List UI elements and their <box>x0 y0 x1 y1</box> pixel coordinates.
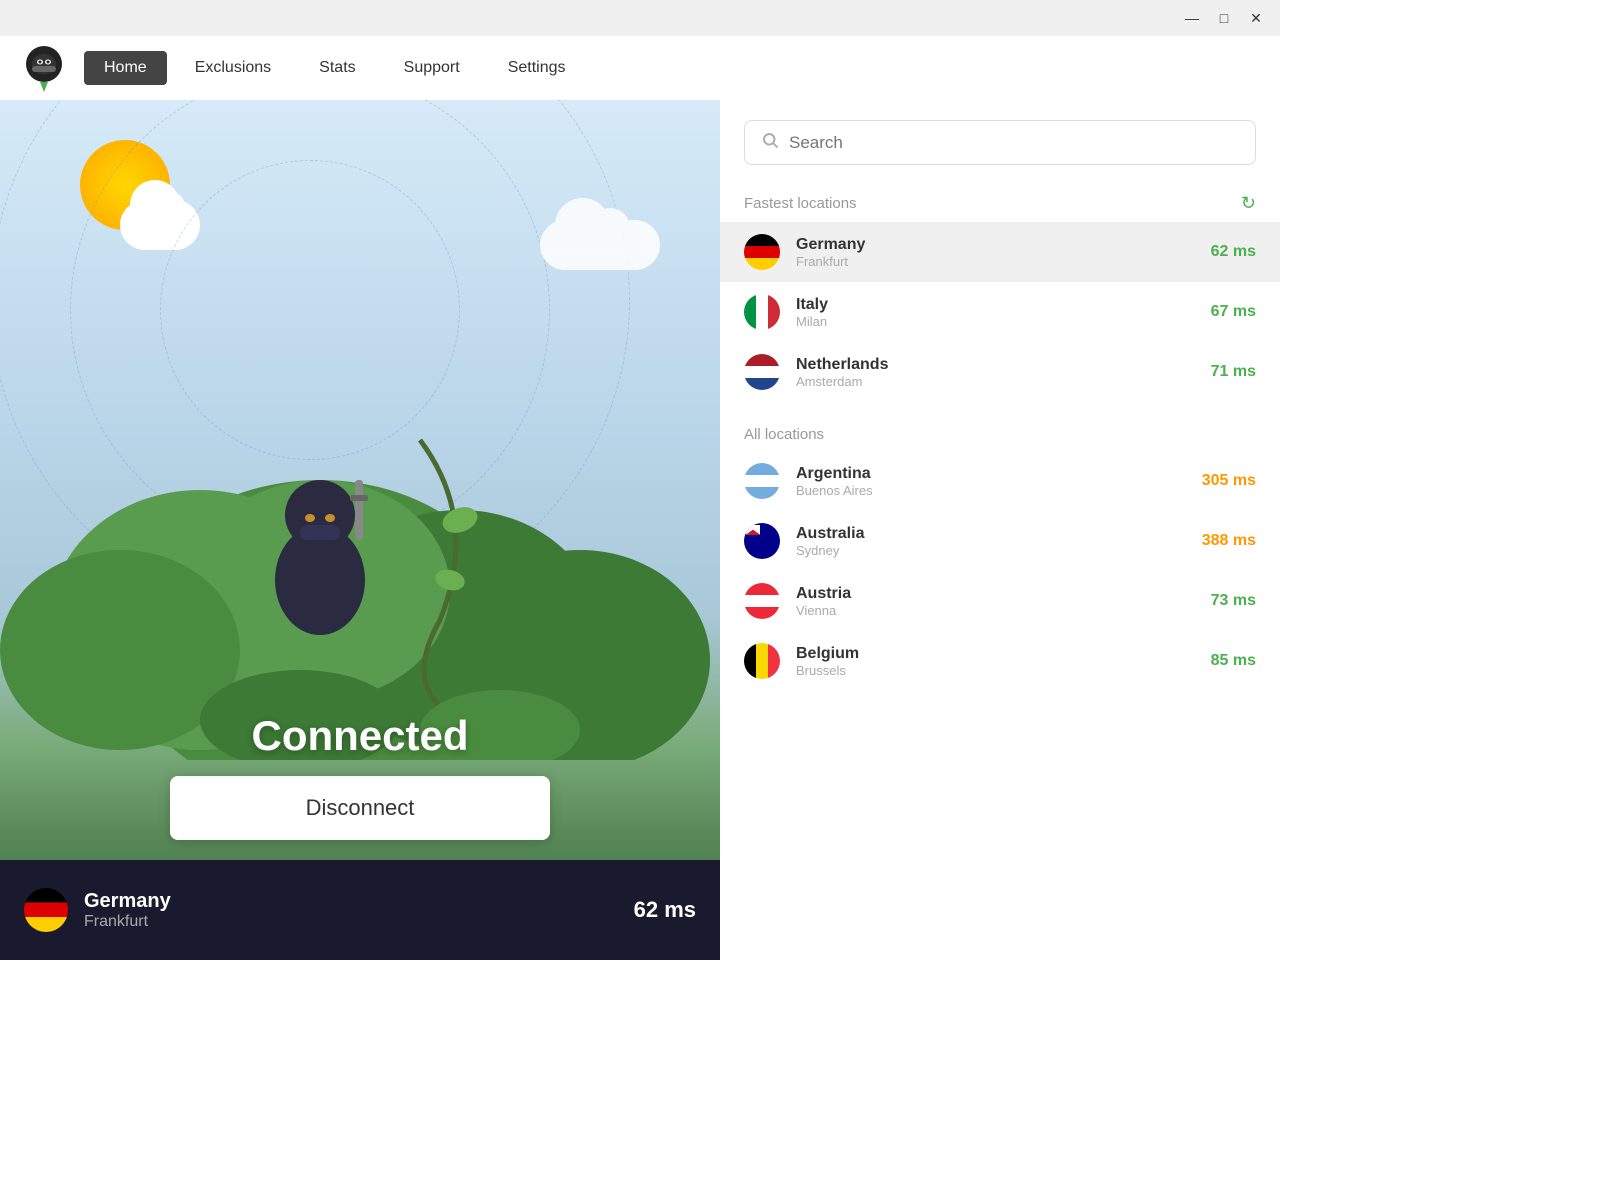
netherlands-info: Netherlands Amsterdam <box>796 356 1195 389</box>
bottom-bar: Germany Frankfurt 62 ms <box>0 860 720 960</box>
fastest-locations-header: Fastest locations ↻ <box>720 185 1280 222</box>
location-item-germany-fast[interactable]: Germany Frankfurt 62 ms <box>720 222 1280 282</box>
germany-country: Germany <box>796 236 1195 254</box>
australia-ping: 388 ms <box>1202 532 1256 550</box>
disconnect-button[interactable]: Disconnect <box>170 776 550 840</box>
close-button[interactable]: ✕ <box>1240 4 1272 32</box>
argentina-info: Argentina Buenos Aires <box>796 465 1186 498</box>
flag-austria <box>744 583 780 619</box>
all-locations-header: All locations <box>720 418 1280 451</box>
italy-ping: 67 ms <box>1211 303 1256 321</box>
flag-argentina <box>744 463 780 499</box>
left-panel: Connected Disconnect Germany Frankfurt 6… <box>0 100 720 960</box>
austria-country: Austria <box>796 585 1195 603</box>
bottom-city: Frankfurt <box>84 913 618 931</box>
location-item-belgium[interactable]: Belgium Brussels 85 ms <box>720 631 1280 691</box>
nav-bar: Home Exclusions Stats Support Settings <box>0 36 1280 100</box>
location-item-austria[interactable]: Austria Vienna 73 ms <box>720 571 1280 631</box>
belgium-ping: 85 ms <box>1211 652 1256 670</box>
netherlands-ping: 71 ms <box>1211 363 1256 381</box>
flag-netherlands <box>744 354 780 390</box>
minimize-button[interactable]: — <box>1176 4 1208 32</box>
australia-country: Australia <box>796 525 1186 543</box>
bottom-location-info: Germany Frankfurt <box>84 890 618 931</box>
argentina-city: Buenos Aires <box>796 483 1186 498</box>
flag-belgium <box>744 643 780 679</box>
nav-home[interactable]: Home <box>84 51 167 85</box>
italy-info: Italy Milan <box>796 296 1195 329</box>
flag-australia <box>744 523 780 559</box>
italy-country: Italy <box>796 296 1195 314</box>
australia-city: Sydney <box>796 543 1186 558</box>
nav-support[interactable]: Support <box>384 51 480 85</box>
italy-city: Milan <box>796 314 1195 329</box>
germany-info: Germany Frankfurt <box>796 236 1195 269</box>
all-locations-label: All locations <box>744 426 824 443</box>
netherlands-country: Netherlands <box>796 356 1195 374</box>
bottom-country: Germany <box>84 890 618 913</box>
refresh-button[interactable]: ↻ <box>1241 193 1256 214</box>
austria-ping: 73 ms <box>1211 592 1256 610</box>
argentina-ping: 305 ms <box>1202 472 1256 490</box>
search-box <box>744 120 1256 165</box>
flag-italy <box>744 294 780 330</box>
fastest-locations-label: Fastest locations <box>744 195 857 212</box>
location-item-italy[interactable]: Italy Milan 67 ms <box>720 282 1280 342</box>
germany-city: Frankfurt <box>796 254 1195 269</box>
argentina-country: Argentina <box>796 465 1186 483</box>
bottom-flag <box>24 888 68 932</box>
right-panel: Fastest locations ↻ Germany Frankfurt 62… <box>720 100 1280 960</box>
nav-settings[interactable]: Settings <box>488 51 586 85</box>
title-bar: — □ ✕ <box>0 0 1280 36</box>
nav-exclusions[interactable]: Exclusions <box>175 51 291 85</box>
location-item-australia[interactable]: Australia Sydney 388 ms <box>720 511 1280 571</box>
connected-status-text: Connected <box>0 712 720 760</box>
search-input[interactable] <box>789 133 1239 153</box>
austria-city: Vienna <box>796 603 1195 618</box>
flag-germany <box>744 234 780 270</box>
nav-stats[interactable]: Stats <box>299 51 375 85</box>
belgium-info: Belgium Brussels <box>796 645 1195 678</box>
search-icon <box>761 131 779 154</box>
belgium-country: Belgium <box>796 645 1195 663</box>
bottom-ping: 62 ms <box>634 897 696 923</box>
germany-ping: 62 ms <box>1211 243 1256 261</box>
app-logo <box>20 44 68 92</box>
netherlands-city: Amsterdam <box>796 374 1195 389</box>
belgium-city: Brussels <box>796 663 1195 678</box>
cloud-illustration <box>540 220 660 270</box>
location-item-netherlands[interactable]: Netherlands Amsterdam 71 ms <box>720 342 1280 402</box>
australia-info: Australia Sydney <box>796 525 1186 558</box>
maximize-button[interactable]: □ <box>1208 4 1240 32</box>
location-item-argentina[interactable]: Argentina Buenos Aires 305 ms <box>720 451 1280 511</box>
austria-info: Austria Vienna <box>796 585 1195 618</box>
